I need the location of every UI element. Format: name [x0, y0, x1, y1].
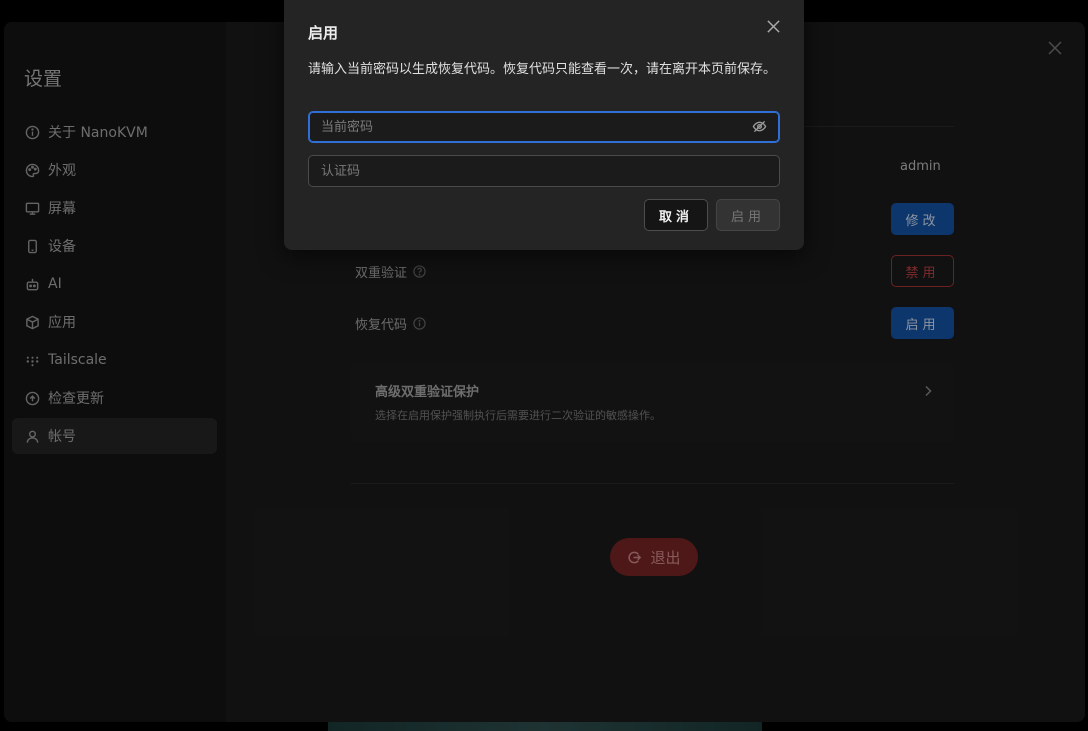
close-icon [767, 20, 780, 33]
dialog-description: 请输入当前密码以生成恢复代码。恢复代码只能查看一次，请在离开本页前保存。 [308, 62, 777, 77]
current-password-input[interactable] [308, 111, 780, 143]
cancel-button[interactable]: 取消 [644, 199, 708, 231]
enable-button[interactable]: 启用 [716, 199, 780, 231]
dialog-title: 启用 [308, 24, 339, 42]
auth-code-input[interactable] [308, 155, 780, 187]
eye-off-icon[interactable] [752, 119, 768, 135]
dialog-close-button[interactable] [766, 19, 784, 37]
enable-recovery-dialog: 启用 请输入当前密码以生成恢复代码。恢复代码只能查看一次，请在离开本页前保存。 … [284, 0, 804, 250]
